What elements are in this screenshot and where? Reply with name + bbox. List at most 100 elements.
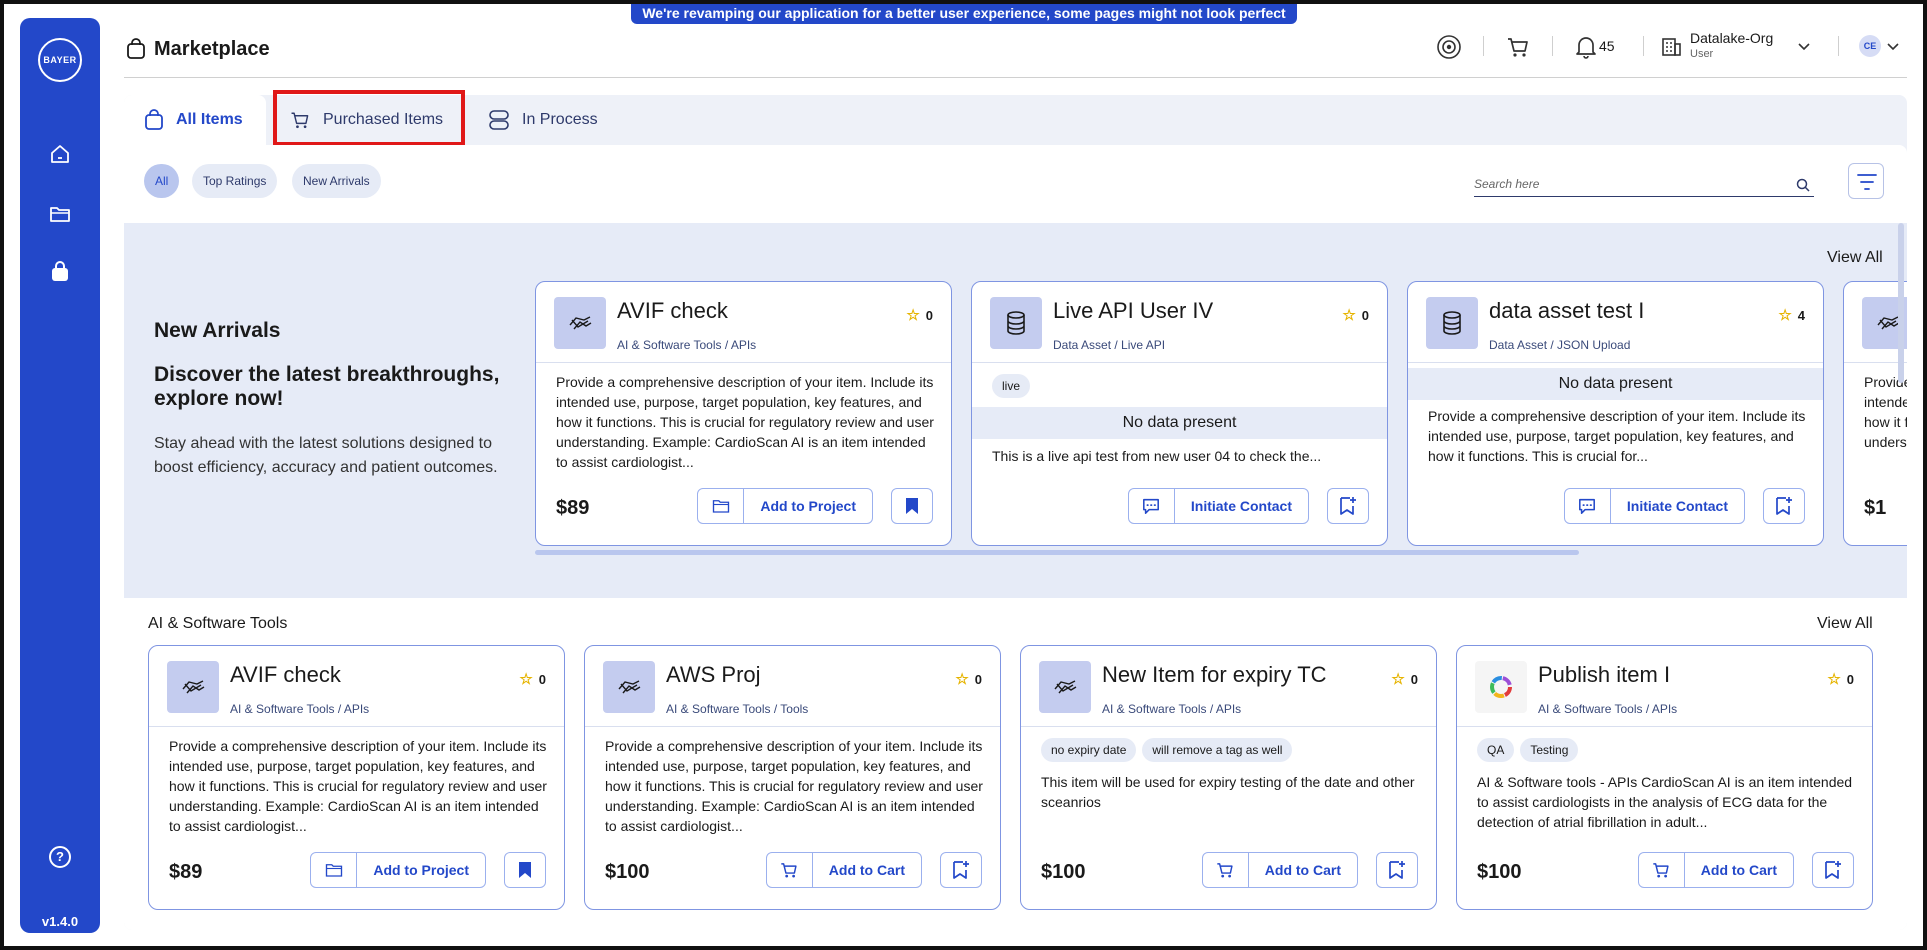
header-separator (1643, 36, 1644, 56)
item-description: Provide a comprehensive description of y… (1864, 374, 1907, 450)
tag: QA (1477, 738, 1515, 762)
bayer-logo[interactable]: BAYER (38, 38, 82, 82)
section-title: AI & Software Tools (148, 615, 288, 632)
item-title[interactable]: Publish item I (1538, 662, 1670, 688)
new-arrivals-section: New Arrivals Discover the latest breakth… (124, 223, 1907, 598)
tab-label: All Items (176, 111, 243, 128)
api-icon (569, 316, 592, 330)
card-divider (1457, 726, 1872, 727)
product-card[interactable]: AVIF check AI & Software Tools / APIs ☆ 0… (535, 281, 952, 546)
chevron-down-icon[interactable] (1886, 37, 1900, 63)
star-icon: ☆ (1778, 307, 1792, 324)
folder-icon[interactable] (48, 202, 72, 226)
filter-chip-all[interactable]: All (144, 164, 180, 198)
item-title[interactable]: AWS Proj (666, 662, 761, 688)
announcement-banner: We're revamping our application for a be… (631, 3, 1297, 42)
item-thumbnail (990, 297, 1042, 349)
product-card[interactable]: AVIF check AI & Software Tools / APIs ☆ 0… (148, 645, 565, 910)
tag: Testing (1520, 738, 1579, 762)
initiate-contact-button[interactable]: Initiate Contact (1563, 488, 1745, 524)
org-name[interactable]: Datalake-Org (1690, 30, 1773, 46)
new-arrivals-title: New Arrivals (154, 319, 281, 342)
colorful-ring-icon (1490, 676, 1512, 698)
button-label: Initiate Contact (1626, 498, 1728, 514)
item-category: AI & Software Tools / APIs (1538, 702, 1678, 716)
item-title[interactable]: data asset test I (1489, 298, 1644, 324)
item-title[interactable]: New Item for expiry TC (1102, 662, 1327, 688)
initiate-contact-button[interactable]: Initiate Contact (1127, 488, 1309, 524)
tab-purchased-items[interactable]: Purchased Items (269, 95, 465, 145)
item-title[interactable]: AVIF check (617, 298, 728, 324)
card-divider (149, 726, 564, 727)
bookmark-button[interactable] (1376, 852, 1418, 888)
bookmark-button[interactable] (1763, 488, 1805, 524)
app-version: v1.4.0 (41, 914, 79, 929)
star-icon: ☆ (955, 671, 969, 688)
tab-in-process[interactable]: In Process (468, 95, 618, 145)
product-card[interactable]: New Item for expiry TC AI & Software Too… (1020, 645, 1437, 910)
tag: will remove a tag as well (1142, 738, 1293, 762)
bookmark-button[interactable] (891, 488, 933, 524)
item-price: $100 (605, 861, 650, 883)
page-title-wrap: Marketplace (126, 36, 270, 62)
chevron-down-icon[interactable] (1797, 37, 1811, 63)
cart-icon[interactable] (1505, 34, 1531, 60)
horizontal-scrollbar[interactable] (535, 550, 1579, 555)
sidebar: BAYER ? v1.4.0 (20, 18, 100, 933)
bookmark-button[interactable] (940, 852, 982, 888)
logo-text: BAYER (43, 55, 77, 65)
bookmark-button[interactable] (504, 852, 546, 888)
card-divider (585, 726, 1000, 727)
search-icon[interactable] (1796, 178, 1810, 192)
view-all-link[interactable]: View All (1817, 615, 1873, 633)
item-thumbnail (603, 661, 655, 713)
rating-value: 0 (1410, 671, 1418, 687)
add-to-cart-button[interactable]: Add to Cart (1637, 852, 1794, 888)
bookmark-add-icon (1340, 497, 1356, 515)
bookmark-button[interactable] (1327, 488, 1369, 524)
item-rating: ☆ 0 (955, 670, 982, 688)
item-description: AI & Software tools - APIs CardioScan AI… (1477, 774, 1853, 830)
filter-chip-new-arrivals[interactable]: New Arrivals (292, 164, 381, 198)
add-to-cart-button[interactable]: Add to Cart (1201, 852, 1358, 888)
item-description: This item will be used for expiry testin… (1041, 774, 1415, 810)
bag-icon (145, 109, 163, 130)
item-title[interactable]: Live API User IV (1053, 298, 1213, 324)
search-input[interactable] (1474, 173, 1784, 195)
tab-all-items[interactable]: All Items (124, 95, 266, 145)
star-icon: ☆ (906, 307, 920, 324)
vertical-scrollbar[interactable] (1898, 223, 1904, 383)
item-category: AI & Software Tools / Tools (666, 702, 809, 716)
product-card[interactable]: Publish item I AI & Software Tools / API… (1456, 645, 1873, 910)
bag-icon (127, 38, 145, 59)
item-category: AI & Software Tools / APIs (1102, 702, 1242, 716)
filter-button[interactable] (1848, 163, 1884, 199)
view-all-link[interactable]: View All (1827, 249, 1883, 267)
add-to-project-button[interactable]: Add to Project (697, 488, 873, 524)
product-card[interactable]: AWS Proj AI & Software Tools / Tools ☆ 0 … (584, 645, 1001, 910)
rating-value: 0 (974, 671, 982, 687)
marketplace-bag-icon[interactable] (48, 260, 72, 284)
filter-chip-top-ratings[interactable]: Top Ratings (192, 164, 278, 198)
button-label: Add to Project (760, 498, 856, 514)
help-icon[interactable]: ? (49, 846, 71, 868)
bell-icon[interactable] (1573, 34, 1599, 60)
item-description: Provide a comprehensive description of y… (605, 738, 983, 834)
item-description: Provide a comprehensive description of y… (556, 374, 934, 470)
bookmark-button[interactable] (1812, 852, 1854, 888)
item-title[interactable]: AVIF check (230, 662, 341, 688)
card-divider (1021, 726, 1436, 727)
avatar[interactable]: CE (1859, 35, 1881, 57)
settings-icon[interactable] (1436, 34, 1462, 60)
star-icon: ☆ (1342, 307, 1356, 324)
add-to-project-button[interactable]: Add to Project (310, 852, 486, 888)
no-data-message: No data present (1408, 368, 1823, 400)
product-card[interactable]: Live API User IV Data Asset / Live API ☆… (971, 281, 1388, 546)
chat-icon (1565, 488, 1611, 524)
add-to-cart-button[interactable]: Add to Cart (765, 852, 922, 888)
home-icon[interactable] (48, 142, 72, 166)
product-card[interactable]: data asset test I Data Asset / JSON Uplo… (1407, 281, 1824, 546)
item-price: $100 (1041, 861, 1086, 883)
no-data-message: No data present (972, 407, 1387, 439)
item-rating: ☆ 0 (519, 670, 546, 688)
